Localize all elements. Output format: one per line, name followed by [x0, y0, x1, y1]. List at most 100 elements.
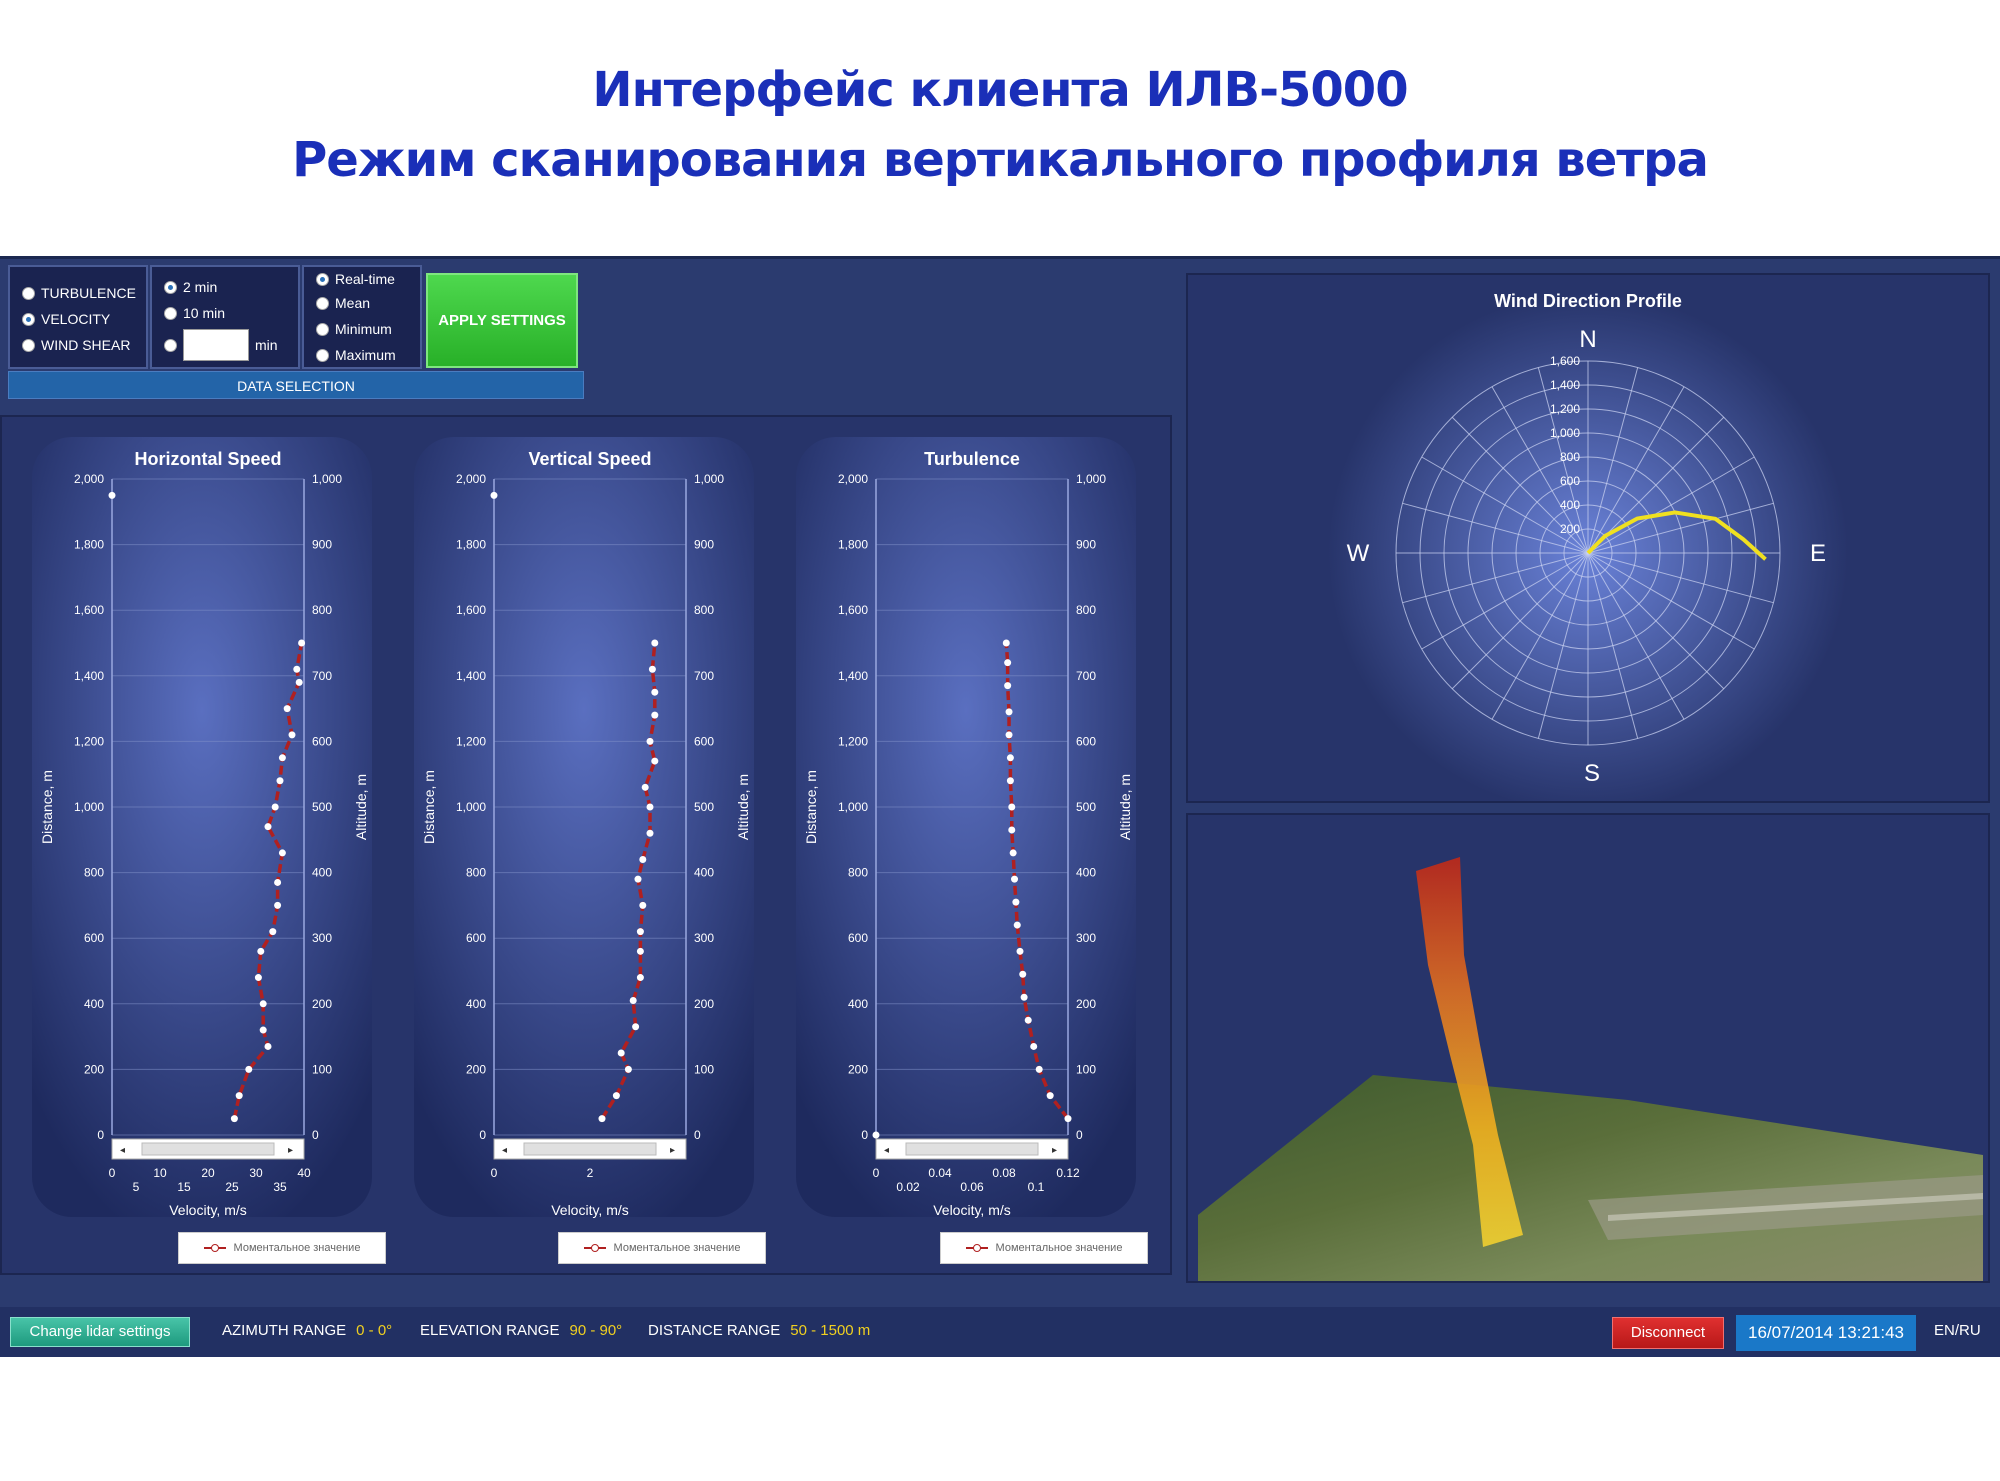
y-tick-label: 1,000: [838, 800, 868, 814]
data-point: [639, 855, 647, 863]
turbulence-chart: Turbulence 0 200 400 600 800 1,000 1,200 1,400 1,…: [776, 417, 1156, 1277]
y2-tick-label: 500: [694, 800, 714, 814]
chart-background: [32, 437, 372, 1217]
interval-10min-radio[interactable]: 10 min: [164, 305, 225, 321]
data-point: [636, 974, 644, 982]
data-point: [646, 829, 654, 837]
data-point: [646, 737, 654, 745]
y2-tick-label: 200: [694, 997, 714, 1011]
slide-title-line1: Интерфейс клиента ИЛВ-5000: [592, 62, 1408, 118]
x-tick-label: 0: [109, 1166, 116, 1180]
chart-background: [796, 437, 1136, 1217]
scroll-left-icon[interactable]: ◂: [884, 1145, 889, 1156]
interval-custom-radio[interactable]: min: [164, 329, 278, 361]
data-point: [1005, 731, 1013, 739]
data-selection-footer: DATA SELECTION: [8, 371, 584, 399]
distance-range-label: DISTANCE RANGE: [648, 1322, 781, 1339]
radio-icon: [164, 306, 177, 320]
y-tick-label: 1,000: [74, 800, 104, 814]
y-axis-title: Distance, m: [421, 770, 437, 844]
data-point: [646, 803, 654, 811]
chart-background: [414, 437, 754, 1217]
y-tick-label: 1,200: [456, 734, 486, 748]
mode-turbulence-label: TURBULENCE: [41, 285, 136, 301]
radio-selected-icon: [22, 312, 35, 326]
profile-charts-panel: Horizontal Speed 0 200 400 600 800 1,000 1,200 1…: [0, 415, 1172, 1275]
language-toggle[interactable]: EN/RU: [1934, 1322, 1981, 1339]
elevation-range-value: 90 - 90°: [569, 1322, 623, 1339]
x-scrollbar-thumb[interactable]: [141, 1142, 275, 1156]
radial-tick-label: 1,600: [1550, 354, 1580, 368]
interval-2min-radio[interactable]: 2 min: [164, 279, 217, 295]
data-point: [1006, 754, 1014, 762]
scroll-left-icon[interactable]: ◂: [120, 1145, 125, 1156]
y2-tick-label: 700: [694, 669, 714, 683]
scroll-right-icon[interactable]: ▸: [670, 1145, 675, 1156]
stat-group-options: Mean Minimum Maximum: [302, 265, 422, 369]
vertical-speed-chart: Vertical Speed 0 200 400 600 800 1,000 1,200 1,4…: [394, 417, 774, 1277]
data-point: [629, 997, 637, 1005]
scroll-left-icon[interactable]: ◂: [502, 1145, 507, 1156]
radio-icon: [164, 338, 177, 352]
stat-maximum-radio[interactable]: Maximum: [316, 347, 396, 363]
data-point: [1020, 993, 1028, 1001]
y-tick-label: 0: [479, 1128, 486, 1142]
x-scrollbar-thumb[interactable]: [905, 1142, 1039, 1156]
data-point: [639, 901, 647, 909]
mode-wind-shear-radio[interactable]: WIND SHEAR: [22, 337, 130, 353]
scroll-right-icon[interactable]: ▸: [288, 1145, 293, 1156]
azimuth-range-value: 0 - 0°: [356, 1322, 393, 1339]
stat-mean-radio[interactable]: Mean: [316, 295, 370, 311]
y2-tick-label: 700: [312, 669, 332, 683]
data-point: [259, 1026, 267, 1034]
y-tick-label: 1,800: [456, 538, 486, 552]
legend-label: Моментальное значение: [613, 1242, 741, 1254]
legend-label: Моментальное значение: [995, 1242, 1123, 1254]
y2-tick-label: 700: [1076, 669, 1096, 683]
scroll-right-icon[interactable]: ▸: [1052, 1145, 1057, 1156]
data-point: [651, 757, 659, 765]
data-point: [1009, 849, 1017, 857]
y2-axis-title: Altitude, m: [1117, 774, 1133, 840]
y2-tick-label: 200: [312, 997, 332, 1011]
y2-tick-label: 900: [694, 538, 714, 552]
data-point: [634, 875, 642, 883]
apply-settings-button[interactable]: APPLY SETTINGS: [426, 273, 578, 368]
y-tick-label: 1,600: [74, 603, 104, 617]
data-point: [651, 688, 659, 696]
radial-tick-label: 800: [1560, 450, 1580, 464]
wind-3d-view[interactable]: [1186, 813, 1990, 1283]
x-tick-label: 0.04: [928, 1166, 952, 1180]
legend-marker-icon: [965, 1244, 988, 1252]
radio-icon: [22, 338, 35, 352]
y-tick-label: 1,200: [838, 734, 868, 748]
data-point: [1008, 803, 1016, 811]
y2-tick-label: 900: [312, 538, 332, 552]
mode-turbulence-radio[interactable]: TURBULENCE: [22, 285, 136, 301]
radio-selected-icon: [164, 280, 177, 294]
data-point: [1005, 708, 1013, 716]
stat-maximum-label: Maximum: [335, 347, 396, 363]
custom-interval-input[interactable]: [183, 329, 249, 361]
x-axis-title: Velocity, m/s: [169, 1202, 247, 1218]
distance-range: DISTANCE RANGE 50 - 1500 m: [648, 1322, 870, 1339]
change-lidar-settings-button[interactable]: Change lidar settings: [10, 1317, 190, 1347]
wind-direction-panel: Wind Direction Profile 200 400 600 800 1,000 1…: [1186, 273, 1990, 813]
data-point: [1002, 639, 1010, 647]
stat-minimum-label: Minimum: [335, 321, 392, 337]
y-tick-label: 400: [84, 997, 104, 1011]
y-tick-label: 800: [848, 866, 868, 880]
data-point: [269, 928, 277, 936]
y-tick-label: 600: [466, 931, 486, 945]
data-point: [1019, 970, 1027, 978]
disconnect-button[interactable]: Disconnect: [1612, 1317, 1724, 1349]
x-scrollbar-thumb[interactable]: [523, 1142, 657, 1156]
mode-group: TURBULENCE VELOCITY WIND SHEAR: [8, 265, 148, 369]
azimuth-range-label: AZIMUTH RANGE: [222, 1322, 347, 1339]
stat-minimum-radio[interactable]: Minimum: [316, 321, 392, 337]
data-point: [235, 1092, 243, 1100]
x-tick-label: 0.12: [1056, 1166, 1080, 1180]
mode-velocity-radio[interactable]: VELOCITY: [22, 311, 110, 327]
x-tick-label: 35: [273, 1180, 287, 1194]
y-tick-label: 0: [97, 1128, 104, 1142]
